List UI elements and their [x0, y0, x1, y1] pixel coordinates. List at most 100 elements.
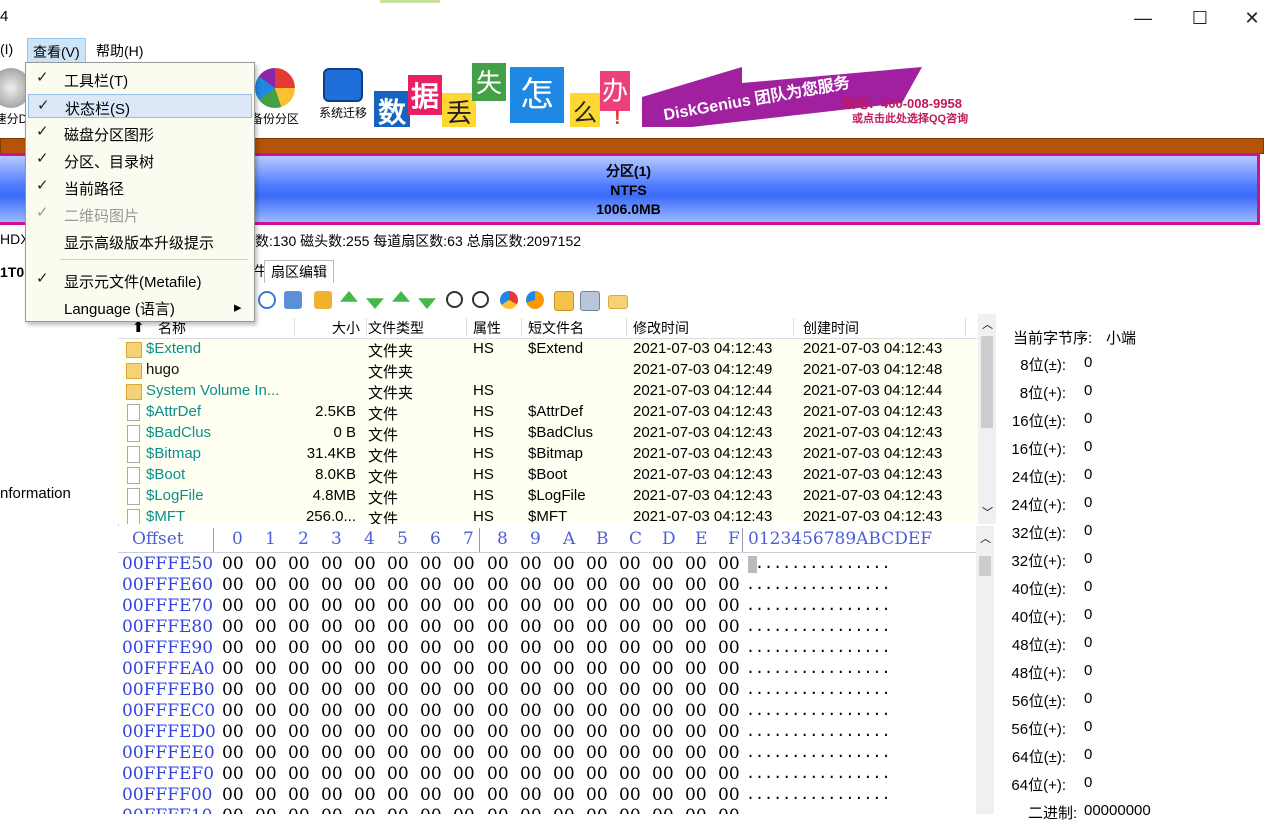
hex-byte[interactable]: 00 [520, 806, 542, 814]
hex-byte[interactable]: 00 [420, 659, 442, 679]
hex-byte[interactable]: 00 [222, 554, 244, 574]
hex-byte[interactable]: 00 [487, 722, 509, 742]
hex-byte[interactable]: 00 [619, 575, 641, 595]
hex-byte[interactable]: 00 [288, 575, 310, 595]
banner-ad[interactable]: 数 据 丢 失 怎 么 办 ! DiskGenius 团队为您服务 致电：400… [374, 63, 986, 127]
hex-byte[interactable]: 00 [321, 596, 343, 616]
list-icon[interactable] [284, 291, 302, 309]
hex-byte[interactable]: 00 [520, 638, 542, 658]
pie-small-icon[interactable] [526, 291, 544, 309]
hex-byte[interactable]: 00 [321, 722, 343, 742]
hex-byte[interactable]: 00 [387, 722, 409, 742]
hex-byte[interactable]: 00 [586, 596, 608, 616]
hex-byte[interactable]: 00 [553, 659, 575, 679]
hex-byte[interactable]: 00 [652, 764, 674, 784]
table-row[interactable]: $LogFile 4.8MB 文件 HS $LogFile 2021-07-03 04:1… [118, 486, 978, 507]
hex-ascii[interactable]: ................ [746, 554, 891, 572]
hex-byte[interactable]: 00 [222, 617, 244, 637]
hex-byte[interactable]: 00 [354, 722, 376, 742]
hex-ascii[interactable]: ................ [746, 722, 891, 740]
hex-byte[interactable]: 00 [321, 554, 343, 574]
table-row[interactable]: $MFT 256.0... 文件 HS $MFT 2021-07-03 04:12:43 2… [118, 507, 978, 524]
hex-byte[interactable]: 00 [685, 680, 707, 700]
hex-ascii[interactable]: ................ [746, 785, 891, 803]
hex-byte[interactable]: 00 [288, 806, 310, 814]
maximize-button[interactable]: ☐ [1177, 4, 1223, 32]
hex-byte[interactable]: 00 [487, 617, 509, 637]
hex-byte[interactable]: 00 [321, 638, 343, 658]
hex-byte[interactable]: 00 [420, 806, 442, 814]
hex-byte[interactable]: 00 [255, 617, 277, 637]
hex-byte[interactable]: 00 [718, 659, 740, 679]
arrow-top-icon[interactable] [392, 291, 410, 302]
file-list-scrollbar[interactable]: ︿ ﹀ [978, 314, 996, 524]
back-icon[interactable] [446, 291, 463, 308]
hex-byte[interactable]: 00 [685, 701, 707, 721]
hex-ascii[interactable]: ................ [746, 659, 891, 677]
search-icon[interactable] [258, 291, 276, 309]
menu-help[interactable]: 帮助(H) [96, 41, 143, 61]
hex-byte[interactable]: 00 [321, 701, 343, 721]
hex-ascii[interactable]: ................ [746, 617, 891, 635]
hex-byte[interactable]: 00 [453, 659, 475, 679]
hex-byte[interactable]: 00 [553, 596, 575, 616]
hex-byte[interactable]: 00 [553, 575, 575, 595]
hex-byte[interactable]: 00 [487, 680, 509, 700]
hex-byte[interactable]: 00 [453, 617, 475, 637]
hex-byte[interactable]: 00 [685, 659, 707, 679]
hex-byte[interactable]: 00 [586, 659, 608, 679]
hex-byte[interactable]: 00 [387, 554, 409, 574]
col-type[interactable]: 文件类型 [368, 318, 467, 336]
hex-byte[interactable]: 00 [255, 638, 277, 658]
hex-scroll-up-icon[interactable]: ︿ [980, 530, 991, 546]
hex-byte[interactable]: 00 [586, 554, 608, 574]
hex-byte[interactable]: 00 [487, 638, 509, 658]
hex-scroll-thumb[interactable] [979, 556, 991, 576]
hex-row[interactable]: 00FFFED0 00 00 00 00 00 00 00 00 00 00 00 00 00 00 00 00… [118, 722, 978, 743]
hex-byte[interactable]: 00 [288, 680, 310, 700]
table-row[interactable]: $Bitmap 31.4KB 文件 HS $Bitmap 2021-07-03 04:12… [118, 444, 978, 465]
hex-byte[interactable]: 00 [387, 638, 409, 658]
table-row[interactable]: $AttrDef 2.5KB 文件 HS $AttrDef 2021-07-03 04:1… [118, 402, 978, 423]
hex-byte[interactable]: 00 [222, 680, 244, 700]
scroll-down-icon[interactable]: ﹀ [982, 504, 993, 520]
hex-byte[interactable]: 00 [387, 575, 409, 595]
folder-open-icon[interactable] [608, 295, 628, 309]
hex-byte[interactable]: 00 [387, 743, 409, 763]
hex-row[interactable]: 00FFFEB0 00 00 00 00 00 00 00 00 00 00 00 00 00 00 00 00… [118, 680, 978, 701]
hex-byte[interactable]: 00 [354, 764, 376, 784]
hex-byte[interactable]: 00 [288, 638, 310, 658]
hex-byte[interactable]: 00 [288, 596, 310, 616]
table-row[interactable]: $Extend 文件夹 HS $Extend 2021-07-03 04:12:43 20… [118, 339, 978, 360]
hex-byte[interactable]: 00 [685, 617, 707, 637]
hex-byte[interactable]: 00 [255, 785, 277, 805]
hex-byte[interactable]: 00 [553, 764, 575, 784]
hex-byte[interactable]: 00 [520, 680, 542, 700]
hex-byte[interactable]: 00 [685, 764, 707, 784]
hex-byte[interactable]: 00 [520, 617, 542, 637]
tree-info-item[interactable]: nformation [0, 485, 71, 502]
hex-byte[interactable]: 00 [652, 596, 674, 616]
hex-byte[interactable]: 00 [453, 806, 475, 814]
hex-byte[interactable]: 00 [619, 785, 641, 805]
hex-byte[interactable]: 00 [718, 806, 740, 814]
hex-byte[interactable]: 00 [553, 617, 575, 637]
hex-byte[interactable]: 00 [553, 743, 575, 763]
hex-byte[interactable]: 00 [321, 617, 343, 637]
hex-byte[interactable]: 00 [387, 806, 409, 814]
hex-byte[interactable]: 00 [619, 554, 641, 574]
hex-byte[interactable]: 00 [288, 785, 310, 805]
table-row[interactable]: System Volume In... 文件夹 HS 2021-07-03 04:12… [118, 381, 978, 402]
hex-byte[interactable]: 00 [718, 785, 740, 805]
hex-byte[interactable]: 00 [387, 701, 409, 721]
hex-row[interactable]: 00FFFEA0 00 00 00 00 00 00 00 00 00 00 00 00 00 00 00 00… [118, 659, 978, 680]
hex-byte[interactable]: 00 [520, 659, 542, 679]
hex-byte[interactable]: 00 [586, 680, 608, 700]
hex-byte[interactable]: 00 [586, 722, 608, 742]
hex-byte[interactable]: 00 [619, 743, 641, 763]
hex-byte[interactable]: 00 [718, 722, 740, 742]
col-ctime[interactable]: 创建时间 [803, 318, 966, 336]
table-row[interactable]: $Boot 8.0KB 文件 HS $Boot 2021-07-03 04:12:43 20… [118, 465, 978, 486]
view-menu-item[interactable]: ✓ 分区、目录树 [28, 148, 252, 172]
view-menu-item[interactable]: 显示高级版本升级提示 [28, 229, 252, 253]
